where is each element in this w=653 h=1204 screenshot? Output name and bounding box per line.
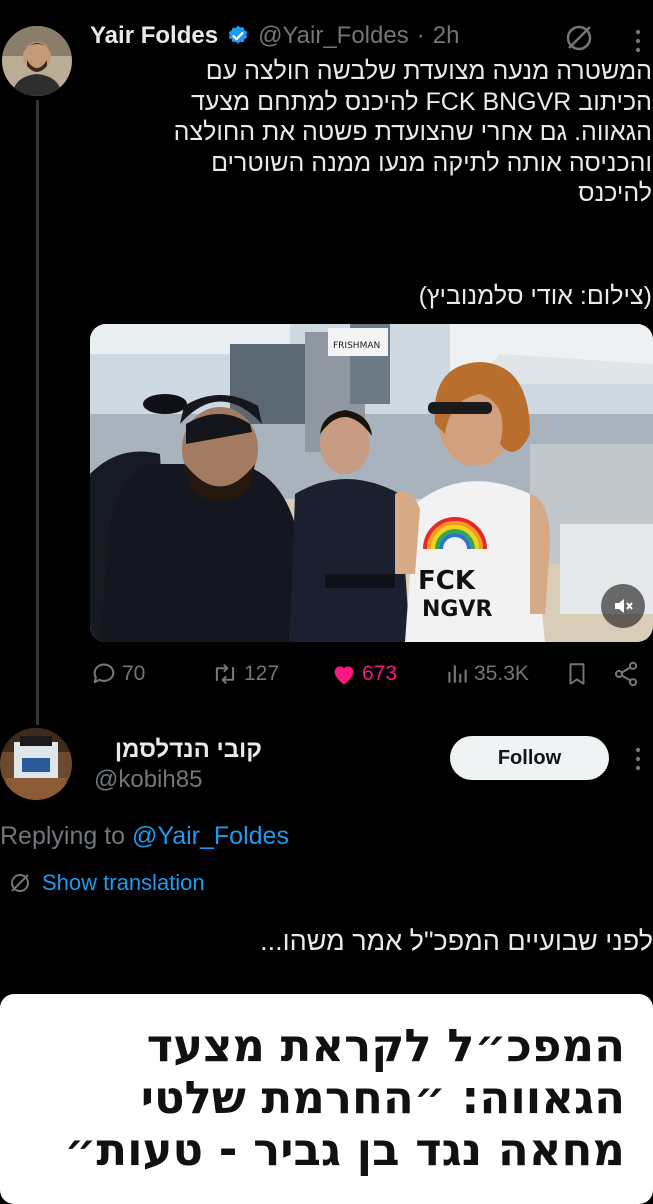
replying-to-prefix: Replying to bbox=[0, 822, 126, 850]
more-vertical-icon[interactable] bbox=[628, 28, 648, 59]
headline-text: המפכ״ל לקראת מצעד הגאווה: ״החרמת שלטי מח… bbox=[25, 1020, 625, 1176]
replying-to-handle[interactable]: @Yair_Foldes bbox=[132, 822, 289, 850]
tweet-text-line: להיכנס bbox=[578, 179, 652, 207]
author-name[interactable]: Yair Foldes bbox=[90, 22, 218, 50]
slashed-circle-icon[interactable] bbox=[563, 22, 595, 59]
like-count: 673 bbox=[362, 662, 398, 685]
tweet-text-line: הגאווה. גם אחרי שהצועדת פשטה את החולצה bbox=[173, 118, 652, 146]
thread-connector-line bbox=[36, 100, 39, 725]
bookmark-icon[interactable] bbox=[564, 660, 590, 688]
photo-credit: (צילום: אודי סלמנוביץ) bbox=[418, 282, 652, 310]
repost-icon bbox=[215, 664, 235, 684]
reply-author-handle[interactable]: @kobih85 bbox=[94, 766, 202, 794]
headline-line: הגאווה: ״החרמת שלטי bbox=[140, 1071, 625, 1124]
views-count: 35.3K bbox=[474, 662, 529, 685]
author-avatar[interactable] bbox=[2, 26, 72, 96]
tweet-actions: 70 127 673 35.3K bbox=[90, 660, 653, 692]
shirt-text-line2: NGVR bbox=[422, 597, 492, 622]
street-sign-text: FRISHMAN bbox=[333, 341, 380, 351]
reply-author-name[interactable]: קובי הנדלסמן bbox=[94, 736, 262, 764]
shirt-text-line1: FCK bbox=[418, 566, 476, 596]
reply-author-avatar[interactable] bbox=[0, 728, 72, 800]
like-button[interactable]: 673 bbox=[330, 660, 397, 688]
views-icon bbox=[448, 665, 467, 683]
replying-to-line: Replying to @Yair_Foldes bbox=[0, 822, 289, 851]
muted-speaker-icon[interactable] bbox=[601, 584, 645, 628]
headline-line: המפכ״ל לקראת מצעד bbox=[146, 1019, 625, 1072]
share-icon[interactable] bbox=[612, 660, 640, 688]
tweet-text: המשטרה מנעה מצועדת שלבשה חולצה עם הכיתוב… bbox=[90, 56, 652, 209]
reply-icon bbox=[93, 663, 115, 684]
reply-count: 70 bbox=[122, 662, 146, 685]
tweet-video[interactable]: FRISHMAN FCK NGVR bbox=[90, 324, 653, 642]
tweet-time[interactable]: 2h bbox=[433, 22, 460, 50]
headline-line: מחאה נגד בן גביר - טעות״ bbox=[64, 1123, 625, 1176]
verified-badge-icon bbox=[226, 24, 250, 48]
repost-count: 127 bbox=[244, 662, 280, 685]
heart-icon bbox=[334, 666, 354, 685]
repost-button[interactable]: 127 bbox=[210, 660, 279, 688]
follow-button[interactable]: Follow bbox=[450, 736, 609, 780]
meta-separator: · bbox=[416, 22, 425, 49]
news-headline-image[interactable]: המפכ״ל לקראת מצעד הגאווה: ״החרמת שלטי מח… bbox=[0, 994, 653, 1204]
globe-icon bbox=[11, 874, 29, 892]
tweet-text-line: והכניסה אותה לתיקה מנעו ממנה השוטרים bbox=[211, 148, 652, 177]
more-vertical-icon[interactable] bbox=[628, 746, 648, 777]
reply-text: לפני שבועיים המפכ"ל אמר משהו... bbox=[260, 926, 653, 956]
reply-button[interactable]: 70 bbox=[90, 660, 145, 688]
tweet-text-line: הכיתוב FCK BNGVR להיכנס למתחם מצעד bbox=[191, 87, 652, 116]
show-translation-link[interactable]: Show translation bbox=[8, 870, 205, 896]
show-translation-label: Show translation bbox=[42, 870, 205, 895]
views-button[interactable]: 35.3K bbox=[444, 660, 529, 688]
author-handle[interactable]: @Yair_Foldes bbox=[258, 22, 409, 50]
tweet-text-line: המשטרה מנעה מצועדת שלבשה חולצה עם bbox=[205, 57, 652, 85]
